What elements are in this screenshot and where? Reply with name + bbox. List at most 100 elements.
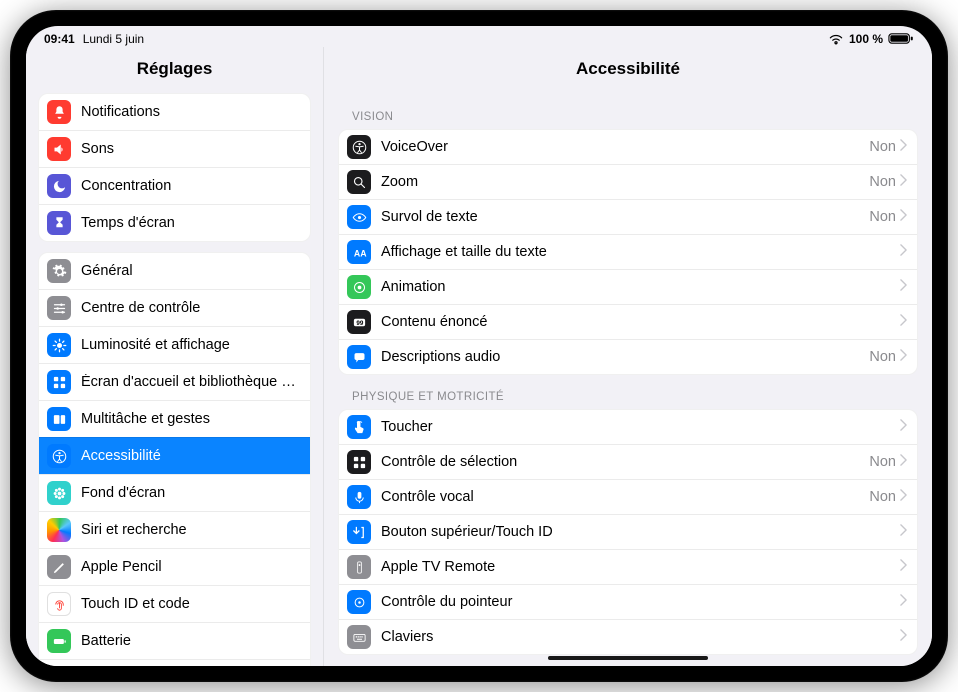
sidebar-title: Réglages	[26, 47, 323, 89]
sidebar-item-home-screen[interactable]: Écran d'accueil et bibliothèque d'apps	[39, 363, 310, 400]
pencil-icon	[47, 555, 71, 579]
sidebar-item-display[interactable]: Luminosité et affichage	[39, 326, 310, 363]
sidebar-item-notifications[interactable]: Notifications	[39, 94, 310, 130]
row-label: Contrôle de sélection	[381, 454, 869, 470]
sidebar-item-privacy[interactable]: Confidentialité et sécurité	[39, 659, 310, 666]
chevron-icon	[900, 454, 907, 470]
tv-remote-icon	[347, 555, 371, 579]
row-label: Bouton supérieur/Touch ID	[381, 524, 900, 540]
row-label: Animation	[381, 279, 900, 295]
chevron-icon	[900, 349, 907, 365]
sidebar-item-battery[interactable]: Batterie	[39, 622, 310, 659]
sidebar-item-apple-pencil[interactable]: Apple Pencil	[39, 548, 310, 585]
row-label: Apple TV Remote	[381, 559, 900, 575]
row-label: Descriptions audio	[381, 349, 869, 365]
row-spoken-content[interactable]: Contenu énoncé	[339, 304, 917, 339]
home-indicator[interactable]	[548, 656, 708, 660]
gear-icon	[47, 259, 71, 283]
chevron-icon	[900, 174, 907, 190]
row-audio-descriptions[interactable]: Descriptions audio Non	[339, 339, 917, 374]
settings-sidebar: Réglages Notifications Sons	[26, 47, 324, 666]
sun-icon	[47, 333, 71, 357]
spoken-content-icon	[347, 310, 371, 334]
row-value: Non	[869, 209, 900, 225]
keyboard-icon	[347, 625, 371, 649]
sidebar-item-label: Temps d'écran	[81, 215, 300, 231]
touch-icon	[347, 415, 371, 439]
bell-icon	[47, 100, 71, 124]
sliders-icon	[47, 296, 71, 320]
sidebar-item-label: Fond d'écran	[81, 485, 300, 501]
row-label: Survol de texte	[381, 209, 869, 225]
hover-text-icon	[347, 205, 371, 229]
row-touch[interactable]: Toucher	[339, 410, 917, 444]
sidebar-item-label: Luminosité et affichage	[81, 337, 300, 353]
row-label: Contenu énoncé	[381, 314, 900, 330]
wifi-icon	[828, 33, 844, 45]
grid-icon	[47, 370, 71, 394]
row-label: Affichage et taille du texte	[381, 244, 900, 260]
moon-icon	[47, 174, 71, 198]
sidebar-item-label: Notifications	[81, 104, 300, 120]
status-time: 09:41	[44, 32, 75, 46]
zoom-icon	[347, 170, 371, 194]
row-label: Zoom	[381, 174, 869, 190]
chevron-icon	[900, 489, 907, 505]
sidebar-item-control-center[interactable]: Centre de contrôle	[39, 289, 310, 326]
chevron-icon	[900, 419, 907, 435]
status-bar: 09:41 Lundi 5 juin 100 %	[26, 26, 932, 47]
text-size-icon	[347, 240, 371, 264]
row-hover-text[interactable]: Survol de texte Non	[339, 199, 917, 234]
row-value: Non	[869, 454, 900, 470]
sidebar-item-siri[interactable]: Siri et recherche	[39, 511, 310, 548]
sidebar-item-label: Apple Pencil	[81, 559, 300, 575]
chevron-icon	[900, 314, 907, 330]
sidebar-item-label: Siri et recherche	[81, 522, 300, 538]
sidebar-item-wallpaper[interactable]: Fond d'écran	[39, 474, 310, 511]
row-top-button[interactable]: Bouton supérieur/Touch ID	[339, 514, 917, 549]
top-button-icon	[347, 520, 371, 544]
row-label: Contrôle vocal	[381, 489, 869, 505]
row-value: Non	[869, 349, 900, 365]
sidebar-item-touch-id[interactable]: Touch ID et code	[39, 585, 310, 622]
content-pane: Accessibilité Vision VoiceOver Non Zoom	[324, 47, 932, 666]
row-motion[interactable]: Animation	[339, 269, 917, 304]
status-battery-pct: 100 %	[849, 32, 883, 46]
row-zoom[interactable]: Zoom Non	[339, 164, 917, 199]
row-display-text-size[interactable]: Affichage et taille du texte	[339, 234, 917, 269]
row-label: Claviers	[381, 629, 900, 645]
row-switch-control[interactable]: Contrôle de sélection Non	[339, 444, 917, 479]
row-voice-control[interactable]: Contrôle vocal Non	[339, 479, 917, 514]
audio-descriptions-icon	[347, 345, 371, 369]
chevron-icon	[900, 139, 907, 155]
row-value: Non	[869, 489, 900, 505]
sidebar-group-alerts: Notifications Sons Concentration Te	[38, 93, 311, 242]
sidebar-item-general[interactable]: Général	[39, 253, 310, 289]
chevron-icon	[900, 594, 907, 610]
sidebar-item-accessibility[interactable]: Accessibilité	[39, 437, 310, 474]
sidebar-item-screentime[interactable]: Temps d'écran	[39, 204, 310, 241]
hourglass-icon	[47, 211, 71, 235]
sidebar-item-label: Écran d'accueil et bibliothèque d'apps	[81, 374, 300, 390]
sidebar-item-multitasking[interactable]: Multitâche et gestes	[39, 400, 310, 437]
sidebar-item-label: Multitâche et gestes	[81, 411, 300, 427]
row-voiceover[interactable]: VoiceOver Non	[339, 130, 917, 164]
accessibility-icon	[47, 444, 71, 468]
row-apple-tv-remote[interactable]: Apple TV Remote	[339, 549, 917, 584]
row-pointer-control[interactable]: Contrôle du pointeur	[339, 584, 917, 619]
row-keyboards[interactable]: Claviers	[339, 619, 917, 654]
sidebar-item-label: Batterie	[81, 633, 300, 649]
screen: 09:41 Lundi 5 juin 100 % Réglages Noti	[26, 26, 932, 666]
pointer-icon	[347, 590, 371, 614]
sidebar-item-sounds[interactable]: Sons	[39, 130, 310, 167]
row-value: Non	[869, 174, 900, 190]
speaker-icon	[47, 137, 71, 161]
status-date: Lundi 5 juin	[83, 32, 144, 46]
section-header-vision: Vision	[324, 89, 932, 129]
motor-group: Toucher Contrôle de sélection Non Contrô…	[338, 409, 918, 655]
sidebar-item-focus[interactable]: Concentration	[39, 167, 310, 204]
battery-setting-icon	[47, 629, 71, 653]
battery-icon	[888, 32, 914, 45]
sidebar-item-label: Général	[81, 263, 300, 279]
row-value: Non	[869, 139, 900, 155]
